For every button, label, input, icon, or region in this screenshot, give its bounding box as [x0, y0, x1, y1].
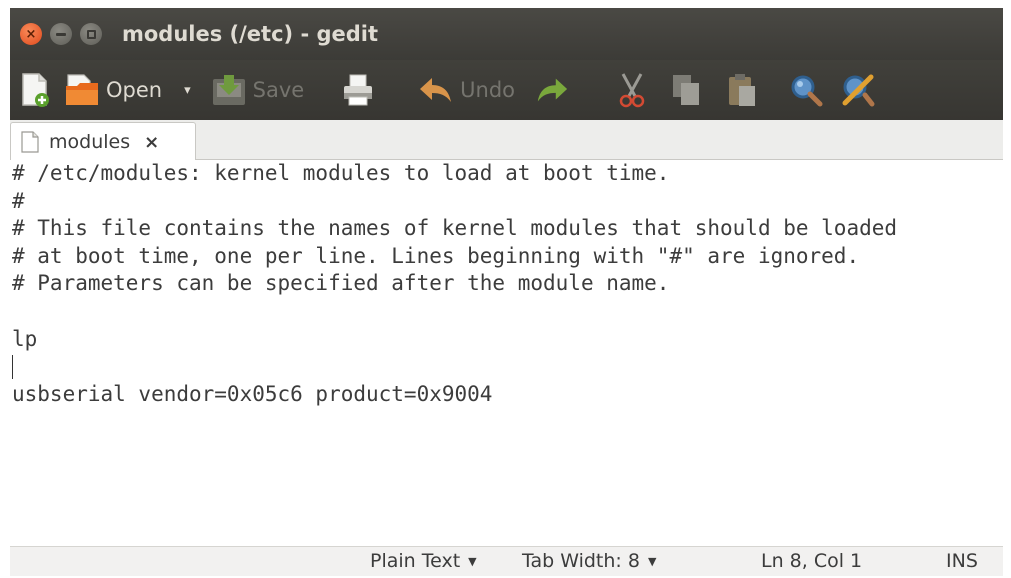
print-icon [344, 74, 373, 106]
editor-line[interactable]: # This file contains the names of kernel… [12, 215, 1003, 243]
maximize-window-button[interactable] [80, 23, 102, 45]
minimize-icon [56, 32, 66, 36]
search-icon [791, 75, 823, 107]
cut-button[interactable] [617, 68, 647, 112]
minimize-window-button[interactable] [50, 23, 72, 45]
insert-mode-indicator: INS [946, 550, 978, 572]
close-window-button[interactable]: × [20, 23, 42, 45]
language-selector[interactable]: Plain Text ▼ [370, 550, 477, 572]
find-replace-icon [842, 74, 875, 107]
copy-button[interactable] [671, 68, 701, 112]
open-dropdown-icon[interactable]: ▾ [184, 83, 191, 98]
undo-label: Undo [460, 78, 516, 102]
find-replace-button[interactable] [841, 68, 875, 112]
editor-line[interactable] [12, 298, 1003, 326]
new-document-icon [22, 73, 49, 107]
copy-icon [673, 75, 700, 105]
editor-line[interactable]: # Parameters can be specified after the … [12, 270, 1003, 298]
paste-button[interactable] [727, 68, 757, 112]
close-icon: × [25, 26, 37, 42]
tab-width-label: Tab Width: 8 [522, 550, 640, 572]
tab-modules[interactable]: modules × [10, 122, 196, 161]
new-document-button[interactable] [20, 68, 50, 112]
paste-icon [729, 74, 756, 106]
tab-close-icon[interactable]: × [144, 132, 159, 153]
tab-bar: modules × [10, 120, 1003, 161]
find-button[interactable] [789, 68, 823, 112]
editor-line[interactable]: # [12, 188, 1003, 216]
editor-line-current[interactable] [12, 353, 1003, 381]
maximize-icon [86, 29, 96, 39]
open-folder-icon [66, 74, 98, 105]
editor-line[interactable]: usbserial vendor=0x05c6 product=0x9004 [12, 381, 1003, 409]
save-label: Save [252, 78, 305, 102]
editor-line[interactable]: # at boot time, one per line. Lines begi… [12, 243, 1003, 271]
language-label: Plain Text [370, 550, 461, 572]
cut-icon [619, 73, 645, 108]
title-bar[interactable]: × modules (/etc) - gedit [10, 8, 1003, 60]
print-button[interactable] [342, 68, 374, 112]
redo-button[interactable] [535, 68, 569, 112]
redo-icon [537, 78, 568, 102]
chevron-down-icon: ▼ [468, 555, 477, 568]
tab-label: modules [49, 131, 131, 153]
text-cursor [12, 355, 13, 380]
gedit-window: × modules (/etc) - gedit Open ▾ Save Und… [10, 8, 1003, 576]
undo-button[interactable]: Undo [418, 68, 515, 112]
save-icon [212, 75, 245, 105]
status-bar: Plain Text ▼ Tab Width: 8 ▼ Ln 8, Col 1 IN… [10, 546, 1003, 576]
chevron-down-icon: ▼ [647, 555, 657, 568]
text-editor[interactable]: # /etc/modules: kernel modules to load a… [10, 160, 1003, 546]
tab-width-selector[interactable]: Tab Width: 8 ▼ [522, 550, 656, 572]
toolbar: Open ▾ Save Undo [10, 60, 1003, 120]
text-file-icon [21, 131, 39, 153]
undo-icon [420, 78, 452, 102]
window-title: modules (/etc) - gedit [122, 22, 379, 46]
editor-line[interactable]: # /etc/modules: kernel modules to load a… [12, 160, 1003, 188]
save-button[interactable]: Save [211, 68, 305, 112]
open-label: Open [106, 78, 163, 102]
open-button[interactable]: Open ▾ [64, 68, 191, 112]
editor-line[interactable]: lp [12, 326, 1003, 354]
cursor-position: Ln 8, Col 1 [761, 550, 863, 572]
